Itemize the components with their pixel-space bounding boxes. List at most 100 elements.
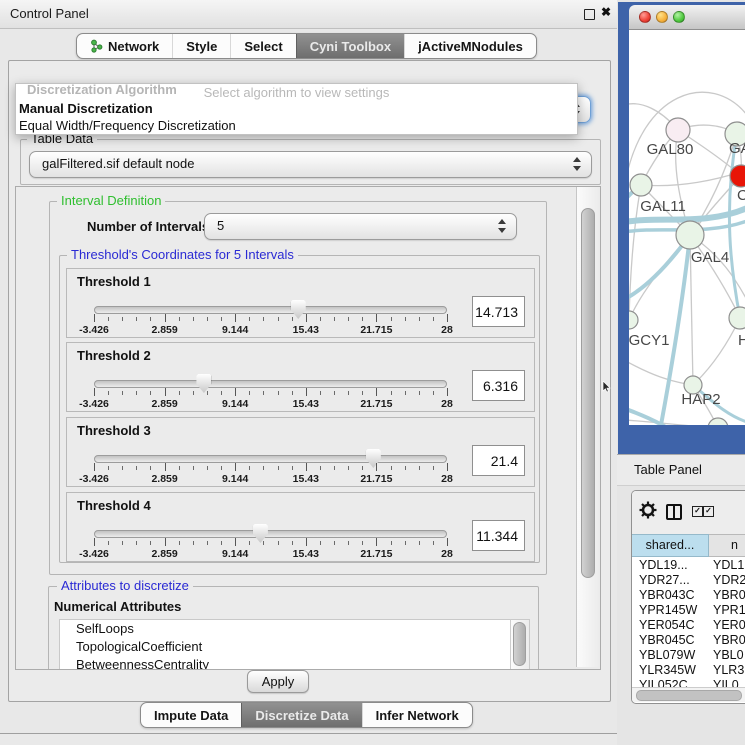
- tab-network[interactable]: Network: [77, 34, 172, 58]
- threshold-value-field[interactable]: 6.316: [472, 370, 525, 401]
- horizontal-scrollbar-track[interactable]: [632, 687, 745, 702]
- attribute-item[interactable]: TopologicalCoefficient: [60, 638, 529, 656]
- tab-select[interactable]: Select: [230, 34, 295, 58]
- number-of-intervals-combobox[interactable]: 5: [204, 213, 517, 240]
- minimize-traffic-light[interactable]: [656, 11, 668, 23]
- popup-item-equal-width-frequency[interactable]: Equal Width/Frequency Discretization: [16, 118, 577, 135]
- tick-mark: [447, 463, 448, 471]
- gear-icon[interactable]: [639, 501, 657, 519]
- tick-mark: [376, 314, 377, 322]
- threshold-value-field[interactable]: 14.713: [472, 296, 525, 327]
- table-data-group: Table Data galFiltered.sif default node: [20, 139, 601, 185]
- threshold-box: Threshold 2 -3.4262.8599.14415.4321.7152…: [66, 342, 535, 412]
- tick-mark: [334, 391, 335, 395]
- tick-mark: [320, 466, 321, 470]
- tick-mark: [150, 317, 151, 321]
- table-row[interactable]: YIL052CYIL0: [632, 678, 745, 687]
- column-header-name[interactable]: n: [709, 534, 745, 557]
- combo-arrows-icon: [573, 155, 583, 173]
- tab-discretize-data[interactable]: Discretize Data: [241, 703, 361, 727]
- network-node-GAL80[interactable]: [666, 118, 690, 142]
- threshold-value-field[interactable]: 11.344: [472, 520, 525, 551]
- attributes-group: Attributes to discretize Numerical Attri…: [48, 586, 539, 670]
- cell-name: YBR0: [713, 633, 745, 648]
- network-node-label: GAL80: [647, 141, 694, 158]
- attribute-item[interactable]: SelfLoops: [60, 620, 529, 638]
- table-data-combobox[interactable]: galFiltered.sif default node: [29, 151, 592, 178]
- close-icon[interactable]: ✖: [601, 5, 611, 19]
- tick-mark: [348, 391, 349, 395]
- network-node-node-bottom[interactable]: [708, 418, 728, 425]
- tick-mark: [150, 391, 151, 395]
- network-edge[interactable]: [629, 420, 718, 425]
- table-row[interactable]: YER054CYER0: [632, 618, 745, 633]
- slider-track[interactable]: [94, 306, 447, 314]
- tick-mark: [334, 541, 335, 545]
- maximize-traffic-light[interactable]: [673, 11, 685, 23]
- tick-label: -3.426: [79, 548, 109, 560]
- network-node-label: C: [737, 187, 745, 204]
- network-canvas-svg: GAL80GALCGAL11GAL4GCY1HHAP2: [629, 30, 745, 425]
- slider-ticks: [94, 388, 447, 397]
- show-columns-icon[interactable]: [666, 504, 682, 520]
- slider-track[interactable]: [94, 455, 447, 463]
- tab-cyni-toolbox[interactable]: Cyni Toolbox: [296, 34, 404, 58]
- slider-ticks: [94, 314, 447, 323]
- attribute-item[interactable]: BetweennessCentrality: [60, 656, 529, 670]
- tick-label: 9.144: [222, 473, 248, 485]
- network-edge[interactable]: [629, 408, 691, 425]
- cell-name: YLR3: [713, 663, 744, 678]
- table-row[interactable]: YBL079WYBL0: [632, 648, 745, 663]
- tick-mark: [376, 463, 377, 471]
- apply-button[interactable]: Apply: [247, 670, 309, 693]
- network-canvas[interactable]: GAL80GALCGAL11GAL4GCY1HHAP2: [629, 30, 745, 425]
- table-row[interactable]: YBR043CYBR0: [632, 588, 745, 603]
- tick-mark: [292, 317, 293, 321]
- tick-mark: [165, 314, 166, 322]
- network-node-GAL11[interactable]: [630, 174, 652, 196]
- slider-track[interactable]: [94, 530, 447, 538]
- popup-item-manual-discretization[interactable]: Manual Discretization: [16, 101, 577, 118]
- table-row[interactable]: YLR345WYLR3: [632, 663, 745, 678]
- horizontal-scrollbar-thumb[interactable]: [636, 690, 742, 701]
- vertical-scrollbar-thumb[interactable]: [581, 208, 595, 578]
- float-window-icon[interactable]: [584, 9, 595, 20]
- tab-infer-network[interactable]: Infer Network: [362, 703, 472, 727]
- network-node-label: GAL4: [691, 249, 729, 266]
- network-edge[interactable]: [629, 360, 693, 385]
- tick-label: 15.43: [293, 548, 319, 560]
- table-row[interactable]: YPR145WYPR1: [632, 603, 745, 618]
- close-traffic-light[interactable]: [639, 11, 651, 23]
- network-node-label: HAP2: [681, 391, 720, 408]
- network-node-GAL4[interactable]: [676, 221, 704, 249]
- network-node-node-mid-right[interactable]: [729, 307, 745, 329]
- tick-label: 15.43: [293, 324, 319, 336]
- tick-mark: [179, 466, 180, 470]
- network-edge[interactable]: [693, 318, 740, 385]
- cell-name: YPR1: [713, 603, 745, 618]
- select-all-checkbox-icon[interactable]: ✓: [692, 506, 703, 517]
- tick-mark: [306, 388, 307, 396]
- node-table: ✓ ✓ shared... n YDL19...YDL1YDR27...YDR2…: [631, 490, 745, 704]
- tab-jactivemnodules[interactable]: jActiveMNodules: [404, 34, 536, 58]
- slider-track[interactable]: [94, 380, 447, 388]
- select-none-checkbox-icon[interactable]: ✓: [703, 506, 714, 517]
- table-row[interactable]: YDL19...YDL1: [632, 558, 745, 573]
- table-panel-header: Table Panel: [617, 454, 745, 486]
- numerical-attributes-list[interactable]: SelfLoopsTopologicalCoefficientBetweenne…: [59, 619, 530, 670]
- list-scrollbar-thumb[interactable]: [513, 622, 526, 666]
- tick-mark: [376, 538, 377, 546]
- numerical-attributes-label: Numerical Attributes: [54, 599, 181, 614]
- tab-impute-data[interactable]: Impute Data: [141, 703, 241, 727]
- interval-definition-group-label: Interval Definition: [57, 194, 165, 208]
- network-node-GCY1[interactable]: [629, 311, 638, 329]
- column-header-shared-name[interactable]: shared...: [632, 534, 709, 557]
- tab-style[interactable]: Style: [172, 34, 230, 58]
- tick-mark: [108, 541, 109, 545]
- tick-mark: [433, 317, 434, 321]
- tick-mark: [362, 466, 363, 470]
- table-row[interactable]: YDR27...YDR2: [632, 573, 745, 588]
- table-row[interactable]: YBR045CYBR0: [632, 633, 745, 648]
- threshold-value-field[interactable]: 21.4: [472, 445, 525, 476]
- network-node-label: GAL: [729, 140, 745, 157]
